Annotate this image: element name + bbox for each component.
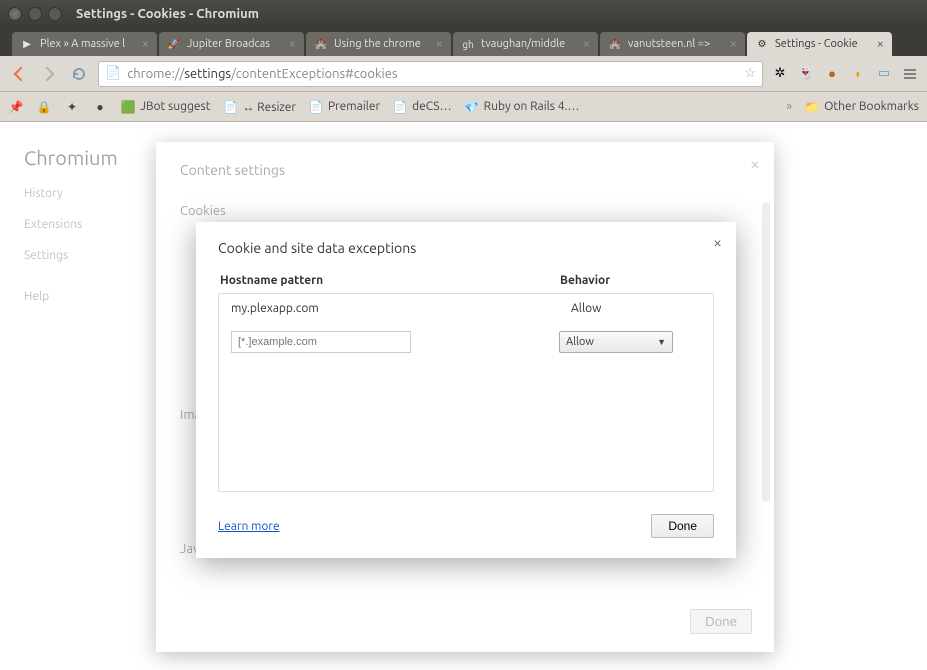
close-icon[interactable]: × — [750, 154, 760, 174]
table-row[interactable]: my.plexapp.com Allow — [219, 294, 713, 323]
tab-close-icon[interactable]: × — [583, 37, 590, 51]
bookmark-favicon-icon: ● — [92, 99, 108, 115]
browser-tab[interactable]: 🏰 vanutsteen.nl => × — [600, 32, 745, 56]
other-bookmarks-button[interactable]: 📁 Other Bookmarks — [804, 99, 919, 115]
window-close-button[interactable] — [8, 7, 22, 21]
back-button[interactable] — [8, 63, 30, 85]
hostname-pattern-input[interactable] — [231, 331, 411, 353]
cookies-section-header: Cookies — [180, 204, 750, 218]
extension-icon-ball[interactable]: ● — [823, 65, 841, 83]
bookmark-favicon-icon: 📌 — [8, 99, 24, 115]
tab-title: vanutsteen.nl => — [628, 38, 724, 50]
browser-toolbar: 📄 chrome://settings/contentExceptions#co… — [0, 56, 927, 92]
bookmark-favicon-icon: 📄 — [308, 99, 324, 115]
reload-button[interactable] — [68, 63, 90, 85]
tab-title: Using the chrome — [334, 38, 430, 50]
behavior-select[interactable]: Allow ▼ — [559, 331, 673, 353]
menu-button[interactable] — [901, 65, 919, 83]
tab-close-icon[interactable]: × — [436, 37, 443, 51]
exception-hostname: my.plexapp.com — [231, 302, 571, 315]
bookmark-favicon-icon: 🔒 — [36, 99, 52, 115]
bookmark-item[interactable]: ✦ — [64, 99, 80, 115]
content-settings-done-button[interactable]: Done — [690, 609, 752, 634]
bookmark-item[interactable]: 📄 Premailer — [308, 99, 380, 115]
other-bookmarks-label: Other Bookmarks — [824, 100, 919, 113]
learn-more-link[interactable]: Learn more — [218, 520, 280, 533]
folder-icon: 📁 — [804, 99, 820, 115]
extension-icon-window[interactable]: ▭ — [875, 65, 893, 83]
tab-close-icon[interactable]: × — [730, 37, 737, 51]
tab-favicon-icon: 🚀 — [167, 37, 181, 51]
column-header-behavior: Behavior — [560, 274, 712, 287]
bookmark-label: JBot suggest — [140, 100, 210, 113]
column-header-hostname: Hostname pattern — [220, 274, 560, 287]
content-settings-title: Content settings — [180, 162, 750, 178]
behavior-select-value: Allow — [566, 336, 594, 348]
bookmark-favicon-icon: 🟩 — [120, 99, 136, 115]
window-minimize-button[interactable] — [28, 7, 42, 21]
extension-icon-ghost[interactable]: 👻 — [797, 65, 815, 83]
bookmark-label: ↔ Resizer — [242, 100, 296, 114]
tab-close-icon[interactable]: × — [142, 37, 149, 51]
bookmark-favicon-icon: 💎 — [464, 99, 480, 115]
done-button[interactable]: Done — [651, 514, 714, 538]
tab-favicon-icon: ▶ — [20, 37, 34, 51]
tab-title: Plex » A massive l — [40, 38, 136, 50]
bookmark-label: Premailer — [328, 100, 380, 113]
tab-strip: ▶ Plex » A massive l × 🚀 Jupiter Broadcas × 🏰 U… — [0, 28, 927, 56]
bookmark-favicon-icon: 📄 — [222, 99, 238, 115]
bookmark-label: Ruby on Rails 4.… — [484, 100, 580, 113]
url-path: /contentExceptions#cookies — [231, 67, 397, 81]
window-maximize-button[interactable] — [48, 7, 62, 21]
modal-footer: Learn more Done — [218, 514, 714, 538]
browser-tab[interactable]: 🏰 Using the chrome × — [306, 32, 451, 56]
chevron-down-icon: ▼ — [657, 337, 666, 347]
exception-behavior: Allow — [571, 302, 701, 315]
tab-title: tvaughan/middle — [481, 38, 577, 50]
bookmark-item[interactable]: 🟩 JBot suggest — [120, 99, 210, 115]
window-title: Settings - Cookies - Chromium — [76, 7, 259, 21]
tab-title: Settings - Cookie — [775, 38, 871, 50]
bookmark-item[interactable]: 📄 ↔ Resizer — [222, 99, 296, 115]
browser-tab[interactable]: gh tvaughan/middle × — [453, 32, 598, 56]
bookmark-star-icon[interactable]: ☆ — [744, 66, 756, 81]
bookmarks-overflow-icon[interactable]: » — [786, 100, 792, 113]
tab-close-icon[interactable]: × — [877, 37, 884, 51]
cookie-exceptions-modal: × Cookie and site data exceptions Hostna… — [196, 222, 736, 558]
bookmark-item[interactable]: 📄 deCS… — [392, 99, 452, 115]
bookmark-label: deCS… — [412, 100, 452, 113]
extension-icon-plex[interactable]: ◗ — [849, 65, 867, 83]
url-scheme: chrome:// — [127, 67, 184, 81]
page-icon: 📄 — [105, 66, 121, 81]
tab-close-icon[interactable]: × — [289, 37, 296, 51]
bookmark-item[interactable]: ● — [92, 99, 108, 115]
browser-tab[interactable]: ▶ Plex » A massive l × — [12, 32, 157, 56]
close-icon[interactable]: × — [713, 234, 722, 252]
url-host: settings — [184, 67, 231, 81]
address-bar[interactable]: 📄 chrome://settings/contentExceptions#co… — [98, 61, 763, 87]
tab-favicon-icon: 🏰 — [608, 37, 622, 51]
exceptions-table: my.plexapp.com Allow Allow ▼ — [218, 293, 714, 492]
tab-favicon-icon: 🏰 — [314, 37, 328, 51]
bookmarks-bar: 📌 🔒 ✦ ● 🟩 JBot suggest 📄 ↔ Resizer 📄 Premailer 📄 de… — [0, 92, 927, 122]
browser-tab[interactable]: ⚙ Settings - Cookie × — [747, 32, 892, 56]
new-exception-row: Allow ▼ — [219, 323, 713, 361]
extension-icon-gear[interactable]: ✲ — [771, 65, 789, 83]
browser-tab[interactable]: 🚀 Jupiter Broadcas × — [159, 32, 304, 56]
tab-title: Jupiter Broadcas — [187, 38, 283, 50]
page-content: Chromium History Extensions Settings Hel… — [0, 122, 927, 670]
bookmark-item[interactable]: 🔒 — [36, 99, 52, 115]
scrollbar[interactable] — [762, 202, 770, 502]
window-titlebar: Settings - Cookies - Chromium — [0, 0, 927, 28]
tab-favicon-icon: ⚙ — [755, 37, 769, 51]
bookmark-favicon-icon: 📄 — [392, 99, 408, 115]
cookie-exceptions-title: Cookie and site data exceptions — [218, 240, 714, 256]
bookmark-item[interactable]: 💎 Ruby on Rails 4.… — [464, 99, 580, 115]
tab-favicon-icon: gh — [461, 37, 475, 51]
bookmark-favicon-icon: ✦ — [64, 99, 80, 115]
bookmark-item[interactable]: 📌 — [8, 99, 24, 115]
forward-button[interactable] — [38, 63, 60, 85]
